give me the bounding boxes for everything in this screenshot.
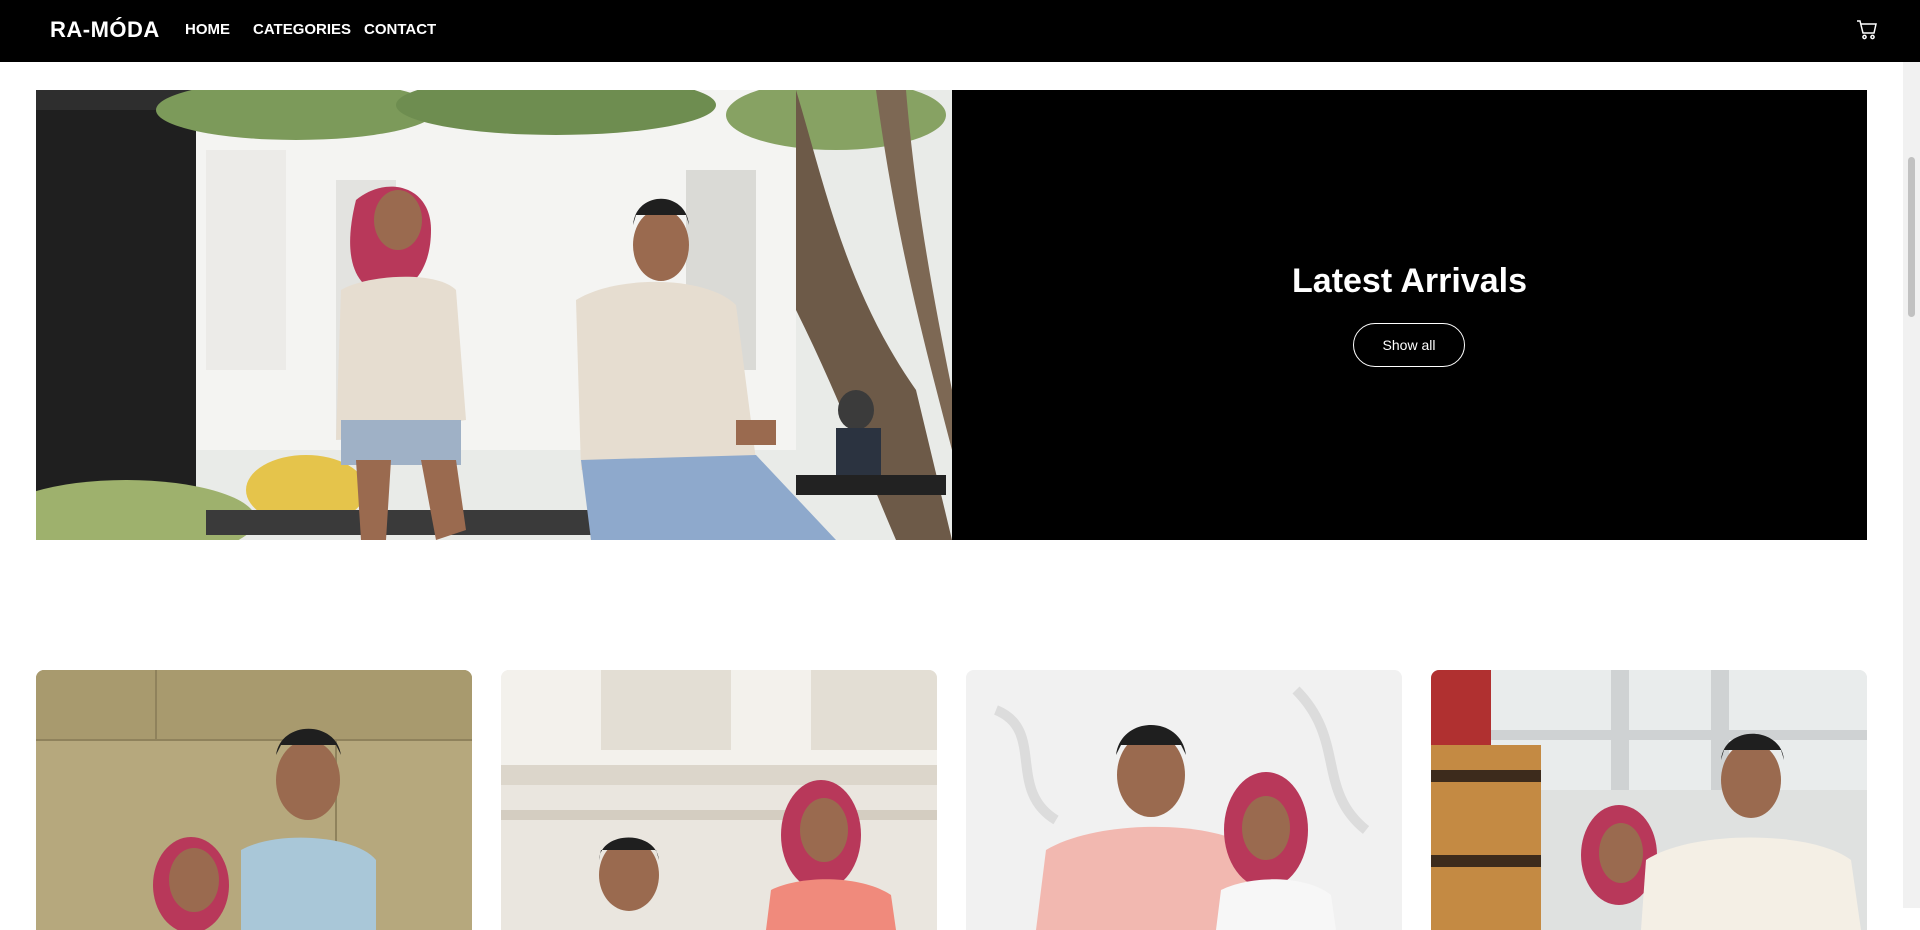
hero-photo <box>36 90 979 540</box>
nav-contact-link[interactable]: CONTACT <box>364 0 436 62</box>
top-navbar: RA-MÓDA HOME CATEGORIES CONTACT <box>0 0 1920 62</box>
page-scrollbar[interactable] <box>1903 62 1920 908</box>
product-card-2[interactable] <box>501 670 937 930</box>
product-card-1[interactable] <box>36 670 472 930</box>
nav-home-link[interactable]: HOME <box>185 0 230 62</box>
product-card-4[interactable] <box>1431 670 1867 930</box>
brand-logo[interactable]: RA-MÓDA <box>50 0 160 62</box>
hero-text-panel: Latest Arrivals Show all <box>952 90 1867 540</box>
hero-title: Latest Arrivals <box>1292 262 1527 300</box>
product-card-3[interactable] <box>966 670 1402 930</box>
scrollbar-thumb[interactable] <box>1908 157 1915 317</box>
cart-icon[interactable] <box>1856 19 1878 41</box>
show-all-button[interactable]: Show all <box>1353 323 1465 367</box>
hero-banner: Latest Arrivals Show all <box>36 90 1867 540</box>
nav-categories-link[interactable]: CATEGORIES <box>253 0 351 62</box>
